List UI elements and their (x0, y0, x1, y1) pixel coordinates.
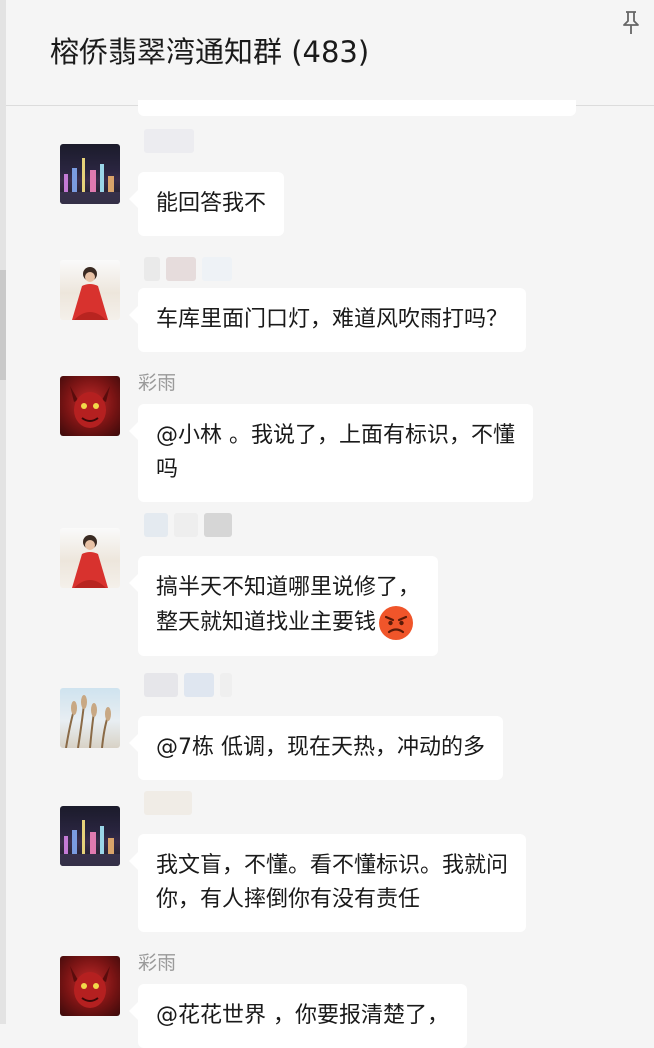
blurred-name (144, 257, 160, 281)
city-night-avatar[interactable] (60, 144, 120, 204)
message-text: @花花世界 ，你要报清楚了， (156, 1003, 449, 1028)
woman-red-dress-avatar[interactable] (60, 260, 120, 320)
sender-name-text: 彩雨 (138, 372, 177, 394)
chat-title: 榕侨翡翠湾通知群 (483) (50, 35, 370, 69)
angry-face-icon (379, 606, 414, 640)
red-devil-avatar[interactable] (60, 376, 120, 436)
chat-header: 榕侨翡翠湾通知群 (483) (6, 0, 654, 106)
blurred-name (144, 673, 178, 697)
blurred-name (204, 513, 232, 537)
sender-name: 彩雨 (138, 370, 176, 396)
message-text: 能回答我不 (156, 191, 267, 216)
message-bubble[interactable]: 能回答我不 (128, 172, 285, 236)
message-text: 车库里面门口灯，难道风吹雨打吗？ (156, 307, 509, 332)
message-text: 搞半天不知道哪里说修了， (156, 575, 421, 600)
message-text: 吗 (156, 457, 179, 482)
blurred-name (174, 513, 198, 537)
message-text: @7栋 低调，现在天热，冲动的多 (156, 735, 485, 760)
message-text: 你，有人摔倒你有没有责任 (156, 887, 421, 912)
sender-name (138, 790, 192, 816)
message-text: @小林 。我说了，上面有标识，不懂 (156, 423, 515, 448)
message-text: 整天就知道找业主要钱 (156, 610, 377, 635)
blurred-name (184, 673, 214, 697)
sender-name (138, 512, 232, 538)
blurred-name (220, 673, 232, 697)
scrollbar-thumb[interactable] (0, 270, 6, 380)
sender-name (138, 256, 232, 282)
message-bubble[interactable]: @花花世界 ，你要报清楚了， (129, 984, 467, 1048)
sender-name: 彩雨 (138, 950, 176, 976)
reeds-avatar[interactable] (60, 688, 120, 748)
message-bubble[interactable]: 搞半天不知道哪里说修了， 整天就知道找业主要钱 (128, 556, 439, 656)
red-devil-avatar[interactable] (60, 956, 120, 1016)
window-left-edge (0, 0, 6, 1024)
message-bubble[interactable]: 车库里面门口灯，难道风吹雨打吗？ (128, 288, 527, 352)
previous-message-bubble (138, 100, 576, 116)
message-text: 我文盲，不懂。看不懂标识。我就问 (156, 853, 509, 878)
blurred-name (144, 129, 194, 153)
sender-name-text: 彩雨 (138, 952, 177, 974)
woman-red-dress-avatar[interactable] (60, 528, 120, 588)
message-bubble[interactable]: @7栋 低调，现在天热，冲动的多 (129, 716, 503, 780)
message-line: 整天就知道找业主要钱 (156, 605, 420, 641)
message-bubble[interactable]: @小林 。我说了，上面有标识，不懂 吗 (129, 404, 533, 502)
sender-name (138, 128, 194, 154)
city-night-avatar[interactable] (60, 806, 120, 866)
blurred-name (202, 257, 232, 281)
sender-name (138, 672, 232, 698)
blurred-name (166, 257, 196, 281)
blurred-name (144, 791, 192, 815)
blurred-name (144, 513, 168, 537)
pin-icon[interactable] (620, 10, 642, 36)
message-bubble[interactable]: 我文盲，不懂。看不懂标识。我就问 你，有人摔倒你有没有责任 (128, 834, 527, 932)
